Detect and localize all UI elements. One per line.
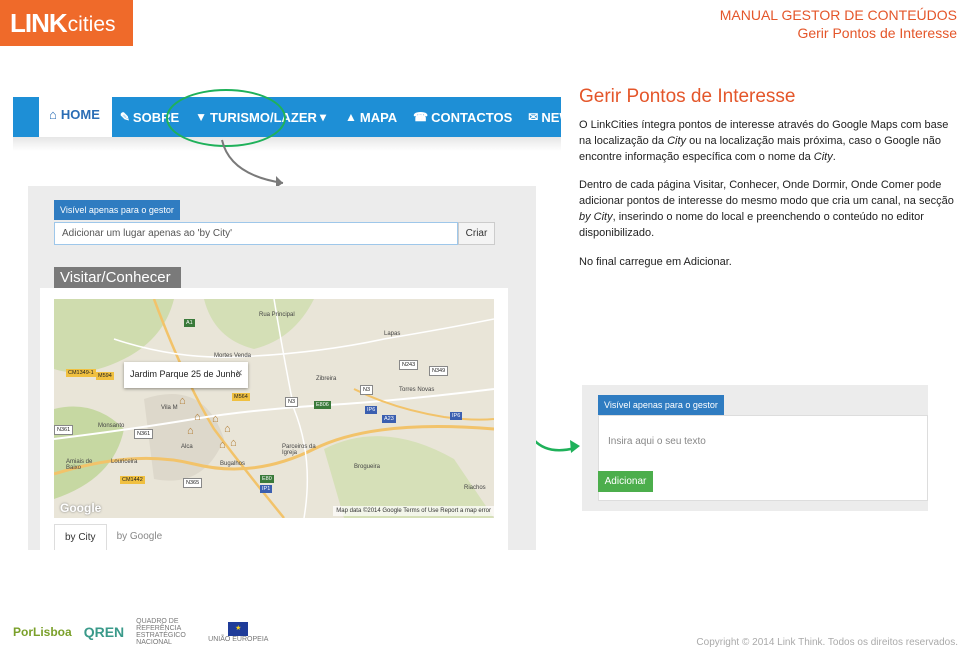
content-column: Gerir Pontos de Interesse O LinkCities í… — [579, 86, 957, 283]
map-road-a1: A1 — [184, 319, 195, 327]
poi-marker-icon[interactable]: ⌂ — [212, 413, 219, 425]
editor-placeholder: Insira aqui o seu texto — [608, 436, 706, 447]
map-background — [54, 299, 494, 518]
nav-home[interactable]: ⌂ HOME — [39, 91, 112, 137]
map-road-n3-b: N3 — [285, 397, 299, 407]
map-label-amiais: Amiais de Baixo — [66, 459, 93, 471]
map-road-n365: N365 — [183, 478, 203, 488]
map-road-n3: N3 — [360, 385, 374, 395]
map-road-n361: N361 — [54, 425, 74, 435]
google-map[interactable]: A1 Rua Principal Lapas CM1349-1 M594 Mor… — [54, 299, 494, 518]
road-icon: ▲ — [344, 110, 357, 124]
map-label-louriceira: Louriceira — [111, 459, 138, 465]
tab-by-google[interactable]: by Google — [107, 524, 173, 550]
map-label-riachos: Riachos — [464, 485, 486, 491]
nav-mapa-label: MAPA — [359, 109, 398, 125]
map-road-m564: M564 — [232, 393, 250, 401]
map-road-cm442: CM1442 — [120, 476, 145, 484]
porlisboa-logo: PorLisboa — [13, 625, 72, 639]
instructions-paragraph: Dentro de cada página Visitar, Conhecer,… — [579, 178, 957, 241]
map-attribution[interactable]: Map data ©2014 Google Terms of Use Repor… — [333, 506, 494, 516]
nav-contactos-label: CONTACTOS — [431, 109, 513, 125]
map-info-popup: Jardim Parque 25 de Junho ✕ — [124, 362, 248, 388]
map-road-n361-b: N361 — [134, 429, 154, 439]
site-navbar: ⌂ HOME ✎ SOBRE ▼ TURISMO/LAZER ▾ ▲ MAPA ☎ CON… — [13, 91, 631, 137]
section-title: Gerir Pontos de Interesse — [579, 86, 796, 107]
map-label-torres: Torres Novas — [399, 387, 435, 393]
nav-contactos[interactable]: ☎ CONTACTOS — [405, 97, 520, 137]
map-label-alcanena: Alca — [181, 444, 193, 450]
linkcities-logo: LINK cities — [0, 0, 133, 46]
p1-text-c: . — [832, 150, 836, 163]
map-label-rua: Rua Principal — [259, 312, 295, 318]
poi-marker-icon[interactable]: ⌂ — [187, 425, 194, 437]
qren-logo: QREN — [83, 624, 125, 640]
home-icon: ⌂ — [49, 106, 57, 122]
annotation-circle-turismo — [166, 89, 286, 147]
p1-city-1: City — [667, 134, 687, 147]
visible-badge-2: Visível apenas para o gestor — [598, 395, 724, 415]
map-label-parceiros: Parceiros da Igreja — [282, 444, 316, 456]
map-road-e806: E806 — [314, 401, 331, 409]
adicionar-button[interactable]: Adicionar — [598, 471, 653, 492]
logo-main: LINK — [10, 7, 68, 38]
nav-mapa[interactable]: ▲ MAPA — [337, 97, 405, 137]
poi-marker-icon[interactable]: ⌂ — [179, 395, 186, 407]
poi-marker-icon[interactable]: ⌂ — [219, 439, 226, 451]
phone-icon: ☎ — [413, 110, 429, 124]
source-tabs: by City by Google — [54, 524, 172, 550]
manual-subtitle: Gerir Pontos de Interesse — [797, 25, 957, 41]
map-road-e80: E80 — [260, 475, 274, 483]
manual-page: LINK cities MANUAL GESTOR DE CONTEÚDOS G… — [0, 0, 960, 649]
final-paragraph: No final carregue em Adicionar. — [579, 255, 732, 268]
caret-down-icon: ▾ — [319, 110, 326, 124]
eu-flag-icon: ★ — [228, 621, 249, 636]
map-road-n243: N243 — [399, 360, 419, 370]
nav-home-label: HOME — [60, 106, 100, 122]
manual-title: MANUAL GESTOR DE CONTEÚDOS — [719, 7, 957, 23]
google-map-logo: Google — [60, 501, 102, 515]
p2-text-b: , inserindo o nome do local e preenchend… — [579, 210, 924, 239]
map-label-brogueira: Brogueira — [354, 464, 381, 470]
poi-marker-icon[interactable]: ⌂ — [230, 437, 237, 449]
visitar-section-title: Visitar/Conhecer — [54, 267, 181, 288]
poi-marker-icon[interactable]: ⌂ — [194, 411, 201, 423]
visible-badge: Visível apenas para o gestor — [54, 200, 180, 220]
map-road-ip1: IP1 — [260, 485, 273, 493]
map-label-mortes: Mortes Venda — [214, 353, 252, 359]
pencil-icon: ✎ — [119, 110, 130, 124]
p2-bycity: by City — [579, 210, 613, 223]
p2-text-a: Dentro de cada página Visitar, Conhecer,… — [579, 179, 954, 208]
map-label-vila: Vila M — [161, 405, 178, 411]
map-road-n349: N349 — [429, 366, 449, 376]
map-road-ip6: IP6 — [365, 406, 378, 414]
copyright: Copyright © 2014 Link Think. Todos os di… — [696, 637, 958, 648]
criar-button[interactable]: Criar — [458, 222, 495, 245]
eu-logo: ★ UNIÃO EUROPEIA — [208, 621, 269, 643]
poi-marker-icon[interactable]: ⌂ — [224, 423, 231, 435]
map-road-a23: A23 — [382, 415, 396, 423]
map-road-ip6-b: IP6 — [450, 412, 463, 420]
funding-logos: PorLisboa QREN QUADRO DE REFERÊNCIA ESTR… — [13, 618, 268, 646]
navbar-shadow — [13, 137, 561, 151]
eu-text: UNIÃO EUROPEIA — [208, 635, 269, 643]
map-road-m594: M594 — [96, 372, 114, 380]
map-label-bugalhos: Bugalhos — [220, 461, 246, 467]
logo-sub: cities — [67, 12, 116, 36]
p1-city-2: City — [813, 150, 833, 163]
map-label-lapas: Lapas — [384, 331, 401, 337]
qren-text: QUADRO DE REFERÊNCIA ESTRATÉGICO NACIONA… — [136, 618, 186, 646]
envelope-icon: ✉ — [528, 110, 539, 124]
map-road-cm349: CM1349-1 — [66, 369, 96, 377]
map-label-zibreira: Zibreira — [316, 376, 337, 382]
intro-paragraph: O LinkCities íntegra pontos de interesse… — [579, 118, 957, 165]
popup-title: Jardim Parque 25 de Junho — [130, 369, 241, 379]
close-icon[interactable]: ✕ — [235, 368, 243, 379]
map-label-monsanto: Monsanto — [98, 423, 125, 429]
add-place-input[interactable]: Adicionar um lugar apenas ao 'by City' — [54, 222, 458, 245]
tab-by-city[interactable]: by City — [54, 524, 107, 550]
